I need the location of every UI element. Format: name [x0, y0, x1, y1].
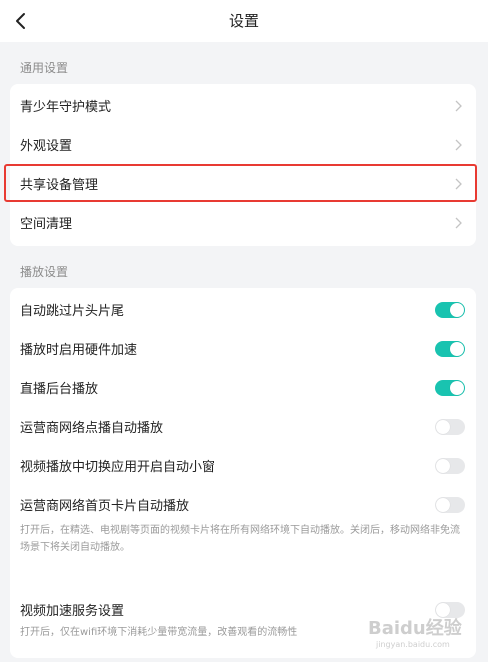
setting-item-label: 空间清理: [20, 217, 73, 232]
toggle-switch[interactable]: [435, 302, 465, 318]
setting-item-carrier-home-card-autoplay: 运营商网络首页卡片自动播放: [10, 485, 476, 525]
toggle-switch[interactable]: [435, 497, 465, 513]
chevron-right-icon: [455, 100, 462, 112]
setting-item-teen-mode[interactable]: 青少年守护模式: [10, 86, 476, 126]
section-header-general: 通用设置: [20, 61, 69, 75]
chevron-right-icon: [455, 217, 462, 229]
setting-item-label: 青少年守护模式: [20, 100, 112, 115]
section-header-playback: 播放设置: [20, 265, 69, 279]
setting-item-hardware-acceleration: 播放时启用硬件加速: [10, 329, 476, 369]
setting-item-label: 运营商网络点播自动播放: [20, 421, 164, 436]
setting-item-label: 共享设备管理: [20, 178, 99, 193]
setting-item-label: 播放时启用硬件加速: [20, 343, 138, 358]
toggle-knob: [436, 603, 450, 617]
setting-item-label: 视频播放中切换应用开启自动小窗: [20, 460, 216, 475]
setting-item-label: 外观设置: [20, 139, 73, 154]
setting-item-carrier-vod-autoplay: 运营商网络点播自动播放: [10, 407, 476, 447]
setting-item-label: 自动跳过片头片尾: [20, 304, 125, 319]
toggle-switch[interactable]: [435, 602, 465, 618]
toggle-switch[interactable]: [435, 380, 465, 396]
toggle-switch[interactable]: [435, 419, 465, 435]
toggle-knob: [436, 459, 450, 473]
autoplay-card-description: 打开后，在精选、电视剧等页面的视频卡片将在所有网络环境下自动播放。关闭后，移动网…: [20, 525, 460, 553]
setting-item-auto-mini-window: 视频播放中切换应用开启自动小窗: [10, 446, 476, 486]
setting-item-shared-device-management[interactable]: 共享设备管理: [10, 164, 476, 204]
setting-item-label: 视频加速服务设置: [20, 604, 125, 619]
toggle-switch[interactable]: [435, 458, 465, 474]
setting-item-live-background-play: 直播后台播放: [10, 368, 476, 408]
setting-item-storage-cleanup[interactable]: 空间清理: [10, 203, 476, 243]
general-settings-card: 青少年守护模式 外观设置 共享设备管理 空间清理: [10, 84, 476, 246]
top-bar: 设置: [0, 0, 488, 42]
setting-item-skip-intro-outro: 自动跳过片头片尾: [10, 290, 476, 330]
toggle-knob: [450, 303, 464, 317]
toggle-knob: [436, 498, 450, 512]
toggle-switch[interactable]: [435, 341, 465, 357]
setting-item-label: 运营商网络首页卡片自动播放: [20, 499, 190, 514]
toggle-knob: [450, 381, 464, 395]
page-title: 设置: [228, 12, 259, 30]
toggle-knob: [450, 342, 464, 356]
setting-item-label: 直播后台播放: [20, 382, 99, 397]
acceleration-description: 打开后，仅在wifi环境下消耗少量带宽流量，改善观看的流畅性: [20, 627, 298, 638]
chevron-right-icon: [455, 178, 462, 190]
playback-settings-card: 自动跳过片头片尾 播放时启用硬件加速 直播后台播放 运营商网络点播自动播放 视频…: [10, 288, 476, 658]
setting-item-appearance[interactable]: 外观设置: [10, 125, 476, 165]
toggle-knob: [436, 420, 450, 434]
chevron-right-icon: [455, 139, 462, 151]
